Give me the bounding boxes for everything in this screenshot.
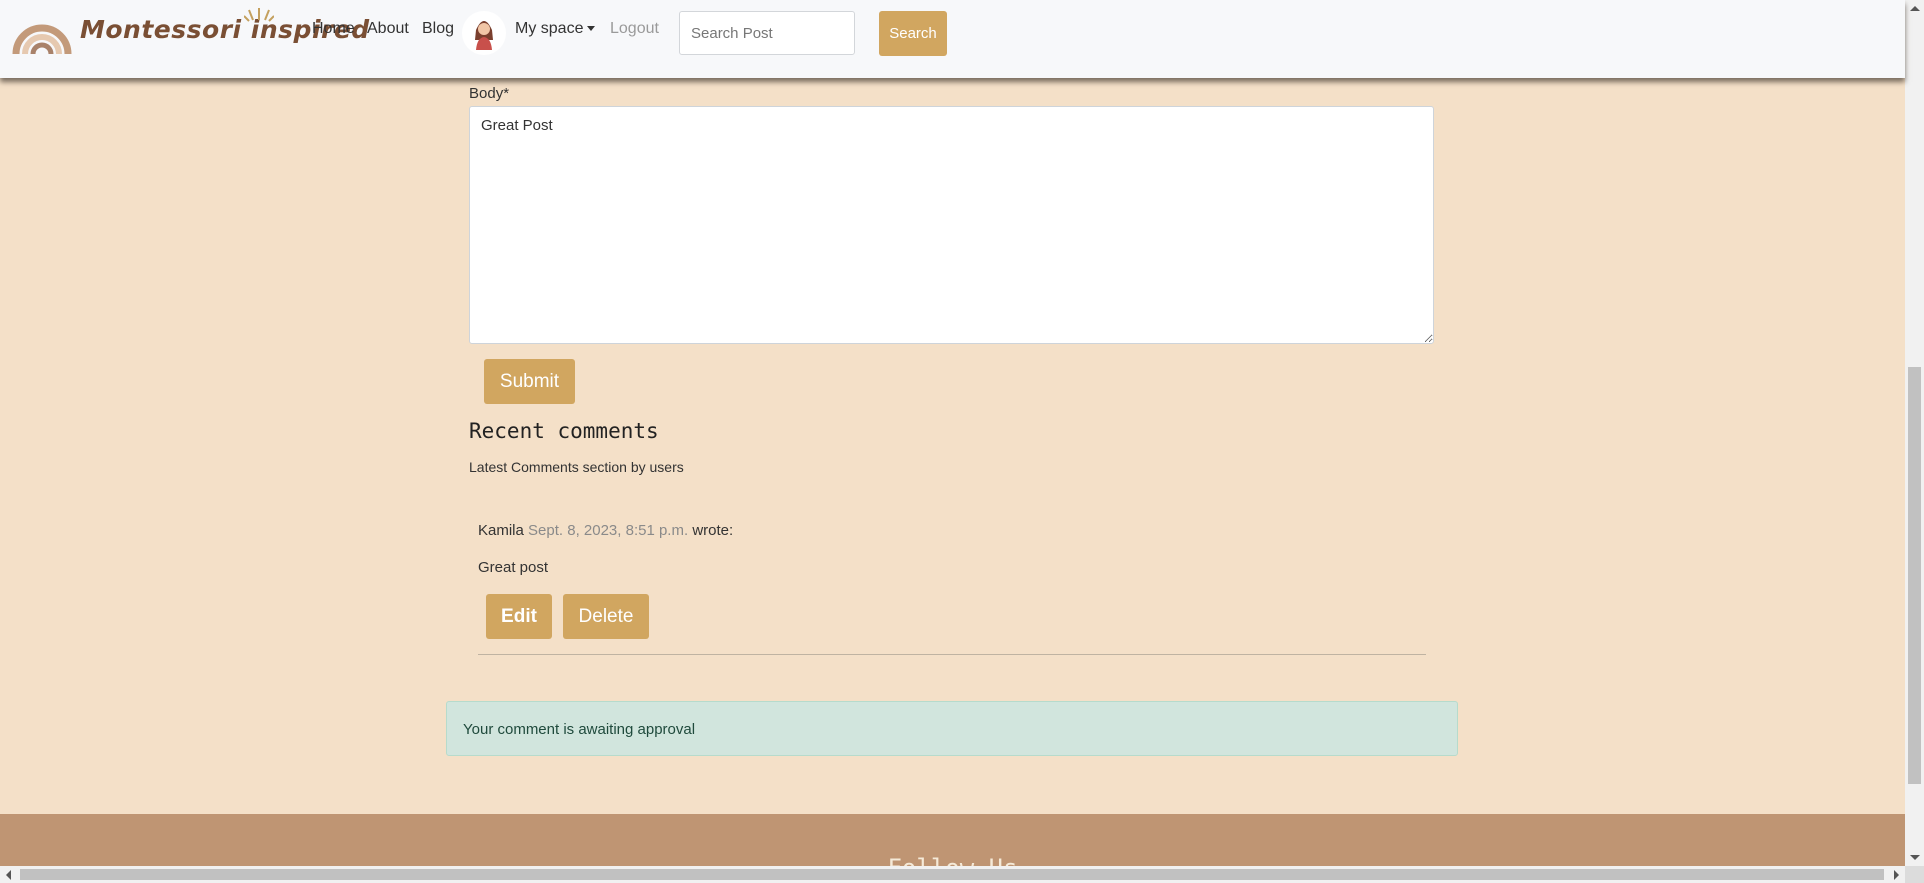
scroll-right-arrow-icon[interactable]: [1894, 870, 1899, 880]
nav-logout-link[interactable]: Logout: [610, 20, 659, 38]
awaiting-approval-alert: Your comment is awaiting approval: [446, 701, 1458, 756]
horizontal-scroll-thumb[interactable]: [20, 869, 1884, 880]
delete-comment-button[interactable]: Delete: [563, 594, 649, 639]
nav-home-link[interactable]: Home: [312, 20, 355, 38]
scroll-down-arrow-icon[interactable]: [1910, 855, 1920, 860]
nav-about-link[interactable]: About: [367, 20, 409, 38]
navbar: Montessori inspired Home About Blog My s…: [0, 0, 1905, 78]
vertical-scroll-thumb[interactable]: [1908, 367, 1921, 784]
comment-divider: [478, 654, 1426, 655]
my-space-dropdown[interactable]: My space: [515, 20, 596, 38]
body-textarea[interactable]: Great Post: [469, 106, 1434, 344]
user-avatar[interactable]: [462, 11, 506, 55]
scroll-up-arrow-icon[interactable]: [1910, 6, 1920, 11]
body-field-label: Body*: [469, 85, 510, 102]
scrollbar-corner: [1905, 866, 1924, 883]
recent-comments-heading: Recent comments: [469, 419, 659, 443]
my-space-label: My space: [515, 20, 584, 37]
sun-rays-icon: [244, 8, 274, 22]
scroll-left-arrow-icon[interactable]: [6, 870, 11, 880]
caret-down-icon: [587, 26, 596, 32]
horizontal-scrollbar[interactable]: [0, 866, 1905, 883]
comment-meta: Kamila Sept. 8, 2023, 8:51 p.m. wrote:: [478, 522, 733, 539]
vertical-scrollbar[interactable]: [1905, 0, 1924, 866]
avatar-girl-icon: [475, 21, 493, 50]
search-input[interactable]: [679, 11, 855, 55]
comment-body: Great post: [478, 559, 549, 576]
search-button[interactable]: Search: [879, 11, 947, 56]
rainbow-logo-icon: [12, 24, 72, 54]
edit-comment-button[interactable]: Edit: [486, 594, 552, 639]
comment-wrote-label: wrote:: [692, 522, 734, 539]
nav-blog-link[interactable]: Blog: [422, 20, 454, 38]
recent-comments-subtitle: Latest Comments section by users: [469, 459, 684, 475]
comment-date: Sept. 8, 2023, 8:51 p.m.: [528, 522, 689, 539]
submit-button[interactable]: Submit: [484, 359, 575, 404]
comment-author: Kamila: [478, 522, 524, 539]
